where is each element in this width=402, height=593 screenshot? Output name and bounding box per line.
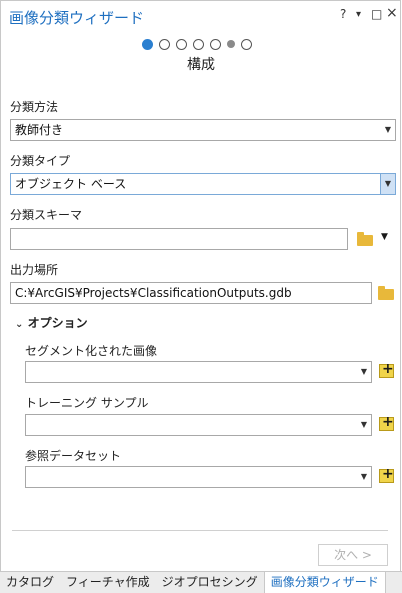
segmented-dropdown[interactable]: ▼ (25, 361, 372, 383)
step-dot-1[interactable] (142, 38, 153, 50)
step-dot-4[interactable] (193, 38, 204, 50)
method-value: 教師付き (15, 123, 64, 137)
restore-button[interactable]: □ (371, 7, 382, 21)
step-dot-5[interactable] (210, 38, 221, 50)
add-data-icon[interactable] (379, 414, 394, 431)
reference-dropdown[interactable]: ▼ (25, 466, 372, 488)
folder-open-icon[interactable] (357, 232, 373, 246)
close-button[interactable]: × (386, 5, 398, 21)
output-label: 出力場所 (10, 263, 59, 277)
training-dropdown[interactable]: ▼ (25, 414, 372, 436)
chevron-down-icon: ▼ (384, 125, 391, 134)
step-indicator (142, 37, 258, 51)
tab-create-features[interactable]: フィーチャ作成 (60, 572, 156, 593)
step-dot-7[interactable] (241, 38, 252, 50)
divider (12, 530, 388, 531)
next-button[interactable]: 次へ > (318, 544, 388, 566)
schema-label: 分類スキーマ (10, 208, 83, 222)
options-header: オプション (27, 316, 88, 330)
reference-label: 参照データセット (25, 449, 122, 463)
folder-open-icon[interactable] (378, 286, 394, 300)
pane-menu-button[interactable]: ▾ (356, 9, 361, 20)
help-button[interactable]: ? (340, 7, 346, 21)
method-dropdown[interactable]: 教師付き ▼ (10, 119, 396, 141)
chevron-down-icon: ⌄ (15, 319, 24, 330)
type-label: 分類タイプ (10, 154, 71, 168)
type-value: オブジェクト ベース (15, 177, 127, 191)
tab-catalog[interactable]: カタログ (0, 572, 60, 593)
add-data-icon[interactable] (379, 466, 394, 483)
chevron-down-icon: ▼ (360, 472, 367, 481)
step-dot-3[interactable] (176, 38, 187, 50)
tab-geoprocessing[interactable]: ジオプロセシング (156, 572, 264, 593)
training-label: トレーニング サンプル (25, 396, 149, 410)
method-label: 分類方法 (10, 100, 59, 114)
options-toggle[interactable]: ⌄ オプション (15, 314, 88, 331)
chevron-down-icon[interactable]: ▼ (381, 232, 388, 242)
wizard-pane: 画像分類ウィザード ? ▾ □ × 構成 分類方法 教師付き ▼ 分類タイプ オ… (0, 0, 401, 571)
bottom-tab-bar: カタログ フィーチャ作成 ジオプロセシング 画像分類ウィザード (0, 571, 402, 593)
step-dot-2[interactable] (159, 38, 170, 50)
step-dot-6[interactable] (227, 40, 235, 48)
chevron-down-icon: ▼ (360, 367, 367, 376)
schema-input[interactable] (10, 228, 348, 250)
pane-title: 画像分類ウィザード (9, 9, 145, 27)
tab-image-classification-wizard[interactable]: 画像分類ウィザード (263, 572, 386, 593)
chevron-down-icon: ▼ (380, 174, 395, 194)
step-name: 構成 (187, 57, 215, 73)
chevron-down-icon: ▼ (360, 420, 367, 429)
segmented-label: セグメント化された画像 (25, 344, 158, 358)
type-dropdown[interactable]: オブジェクト ベース ▼ (10, 173, 396, 195)
output-input[interactable]: C:¥ArcGIS¥Projects¥ClassificationOutputs… (10, 282, 372, 304)
add-data-icon[interactable] (379, 361, 394, 378)
